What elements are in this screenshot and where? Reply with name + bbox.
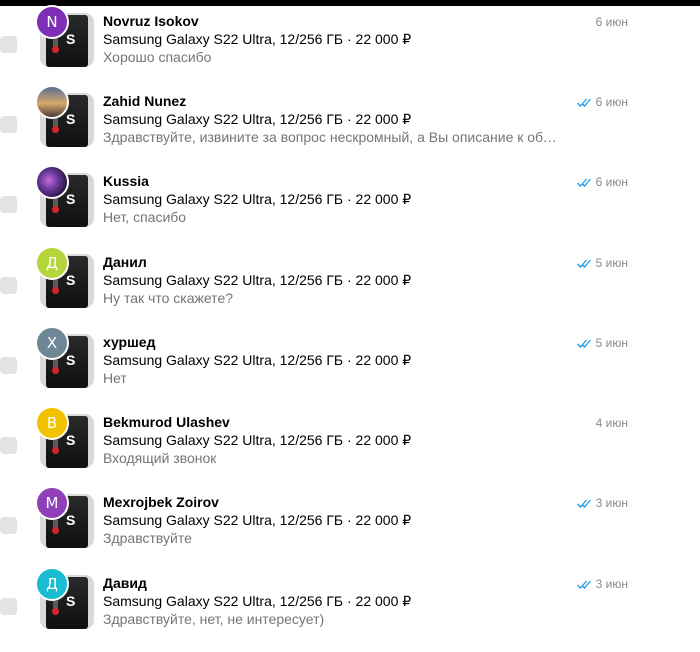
chat-row[interactable]: S Д Данил Samsung Galaxy S22 Ultra, 12/256 … — [0, 246, 700, 331]
message-meta: 3 июн — [576, 577, 628, 591]
message-date: 3 июн — [595, 496, 628, 510]
listing-title: Samsung Galaxy S22 Ultra, 12/256 ГБ · 22… — [103, 111, 412, 127]
contact-name: Zahid Nunez — [103, 93, 187, 109]
last-message: Нет — [103, 370, 127, 386]
avatar[interactable] — [35, 165, 69, 199]
avatar[interactable]: Д — [35, 246, 69, 280]
double-check-icon — [576, 339, 591, 348]
listing-title: Samsung Galaxy S22 Ultra, 12/256 ГБ · 22… — [103, 191, 412, 207]
listing-title: Samsung Galaxy S22 Ultra, 12/256 ГБ · 22… — [103, 272, 412, 288]
avatar[interactable]: Д — [35, 567, 69, 601]
last-message: Здравствуйте — [103, 530, 192, 546]
last-message: Нет, спасибо — [103, 209, 187, 225]
avatar[interactable]: Х — [35, 326, 69, 360]
contact-name: Novruz Isokov — [103, 13, 199, 29]
message-date: 5 июн — [595, 256, 628, 270]
message-date: 6 июн — [595, 175, 628, 189]
top-edge-bar — [0, 0, 700, 6]
listing-title: Samsung Galaxy S22 Ultra, 12/256 ГБ · 22… — [103, 432, 412, 448]
double-check-icon — [576, 98, 591, 107]
select-checkbox[interactable] — [0, 36, 17, 53]
last-message: Здравствуйте, нет, не интересует) — [103, 611, 325, 627]
chat-row[interactable]: S Ххуршед Samsung Galaxy S22 Ultra, 12/256… — [0, 326, 700, 411]
contact-name: Давид — [103, 575, 147, 591]
avatar[interactable]: N — [35, 5, 69, 39]
message-date: 4 июн — [595, 416, 628, 430]
listing-title: Samsung Galaxy S22 Ultra, 12/256 ГБ · 22… — [103, 512, 412, 528]
select-checkbox[interactable] — [0, 598, 17, 615]
double-check-icon — [576, 499, 591, 508]
listing-title: Samsung Galaxy S22 Ultra, 12/256 ГБ · 22… — [103, 352, 412, 368]
message-date: 6 июн — [595, 15, 628, 29]
avatar[interactable]: M — [35, 486, 69, 520]
chat-row[interactable]: S M Mexrojbek Zoirov Samsung Galaxy S22 Ult… — [0, 486, 700, 571]
contact-name: Данил — [103, 254, 147, 270]
select-checkbox[interactable] — [0, 196, 17, 213]
last-message: Входящий звонок — [103, 450, 217, 466]
chat-row[interactable]: S N Novruz Isokov Samsung Galaxy S22 Ultra,… — [0, 5, 700, 90]
select-checkbox[interactable] — [0, 357, 17, 374]
last-message: Здравствуйте, извините за вопрос нескром… — [103, 129, 563, 145]
chat-row[interactable]: S Kussia Samsung Galaxy S22 Ultra, 12/256 … — [0, 165, 700, 250]
last-message: Хорошо спасибо — [103, 49, 212, 65]
chat-row[interactable]: S Д Давид Samsung Galaxy S22 Ultra, 12/256 … — [0, 567, 700, 652]
listing-title: Samsung Galaxy S22 Ultra, 12/256 ГБ · 22… — [103, 593, 412, 609]
message-meta: 3 июн — [576, 496, 628, 510]
message-date: 5 июн — [595, 336, 628, 350]
select-checkbox[interactable] — [0, 517, 17, 534]
message-meta: 5 июн — [576, 256, 628, 270]
contact-name: Kussia — [103, 173, 149, 189]
chat-row[interactable]: S Zahid Nunez Samsung Galaxy S22 Ultra, 12… — [0, 85, 700, 170]
double-check-icon — [576, 259, 591, 268]
message-meta: 5 июн — [576, 336, 628, 350]
message-meta: 6 июн — [596, 15, 628, 29]
contact-name: Bekmurod Ulashev — [103, 414, 230, 430]
double-check-icon — [576, 178, 591, 187]
double-check-icon — [576, 580, 591, 589]
message-meta: 6 июн — [576, 95, 628, 109]
message-meta: 4 июн — [596, 416, 628, 430]
last-message: Ну так что скажете? — [103, 290, 234, 306]
select-checkbox[interactable] — [0, 277, 17, 294]
message-date: 6 июн — [595, 95, 628, 109]
avatar[interactable] — [35, 85, 69, 119]
select-checkbox[interactable] — [0, 437, 17, 454]
message-date: 3 июн — [595, 577, 628, 591]
contact-name: Mexrojbek Zoirov — [103, 494, 219, 510]
listing-title: Samsung Galaxy S22 Ultra, 12/256 ГБ · 22… — [103, 31, 412, 47]
select-checkbox[interactable] — [0, 116, 17, 133]
contact-name: хуршед — [103, 334, 156, 350]
avatar[interactable]: B — [35, 406, 69, 440]
message-meta: 6 июн — [576, 175, 628, 189]
chat-row[interactable]: S B Bekmurod Ulashev Samsung Galaxy S22 Ult… — [0, 406, 700, 491]
